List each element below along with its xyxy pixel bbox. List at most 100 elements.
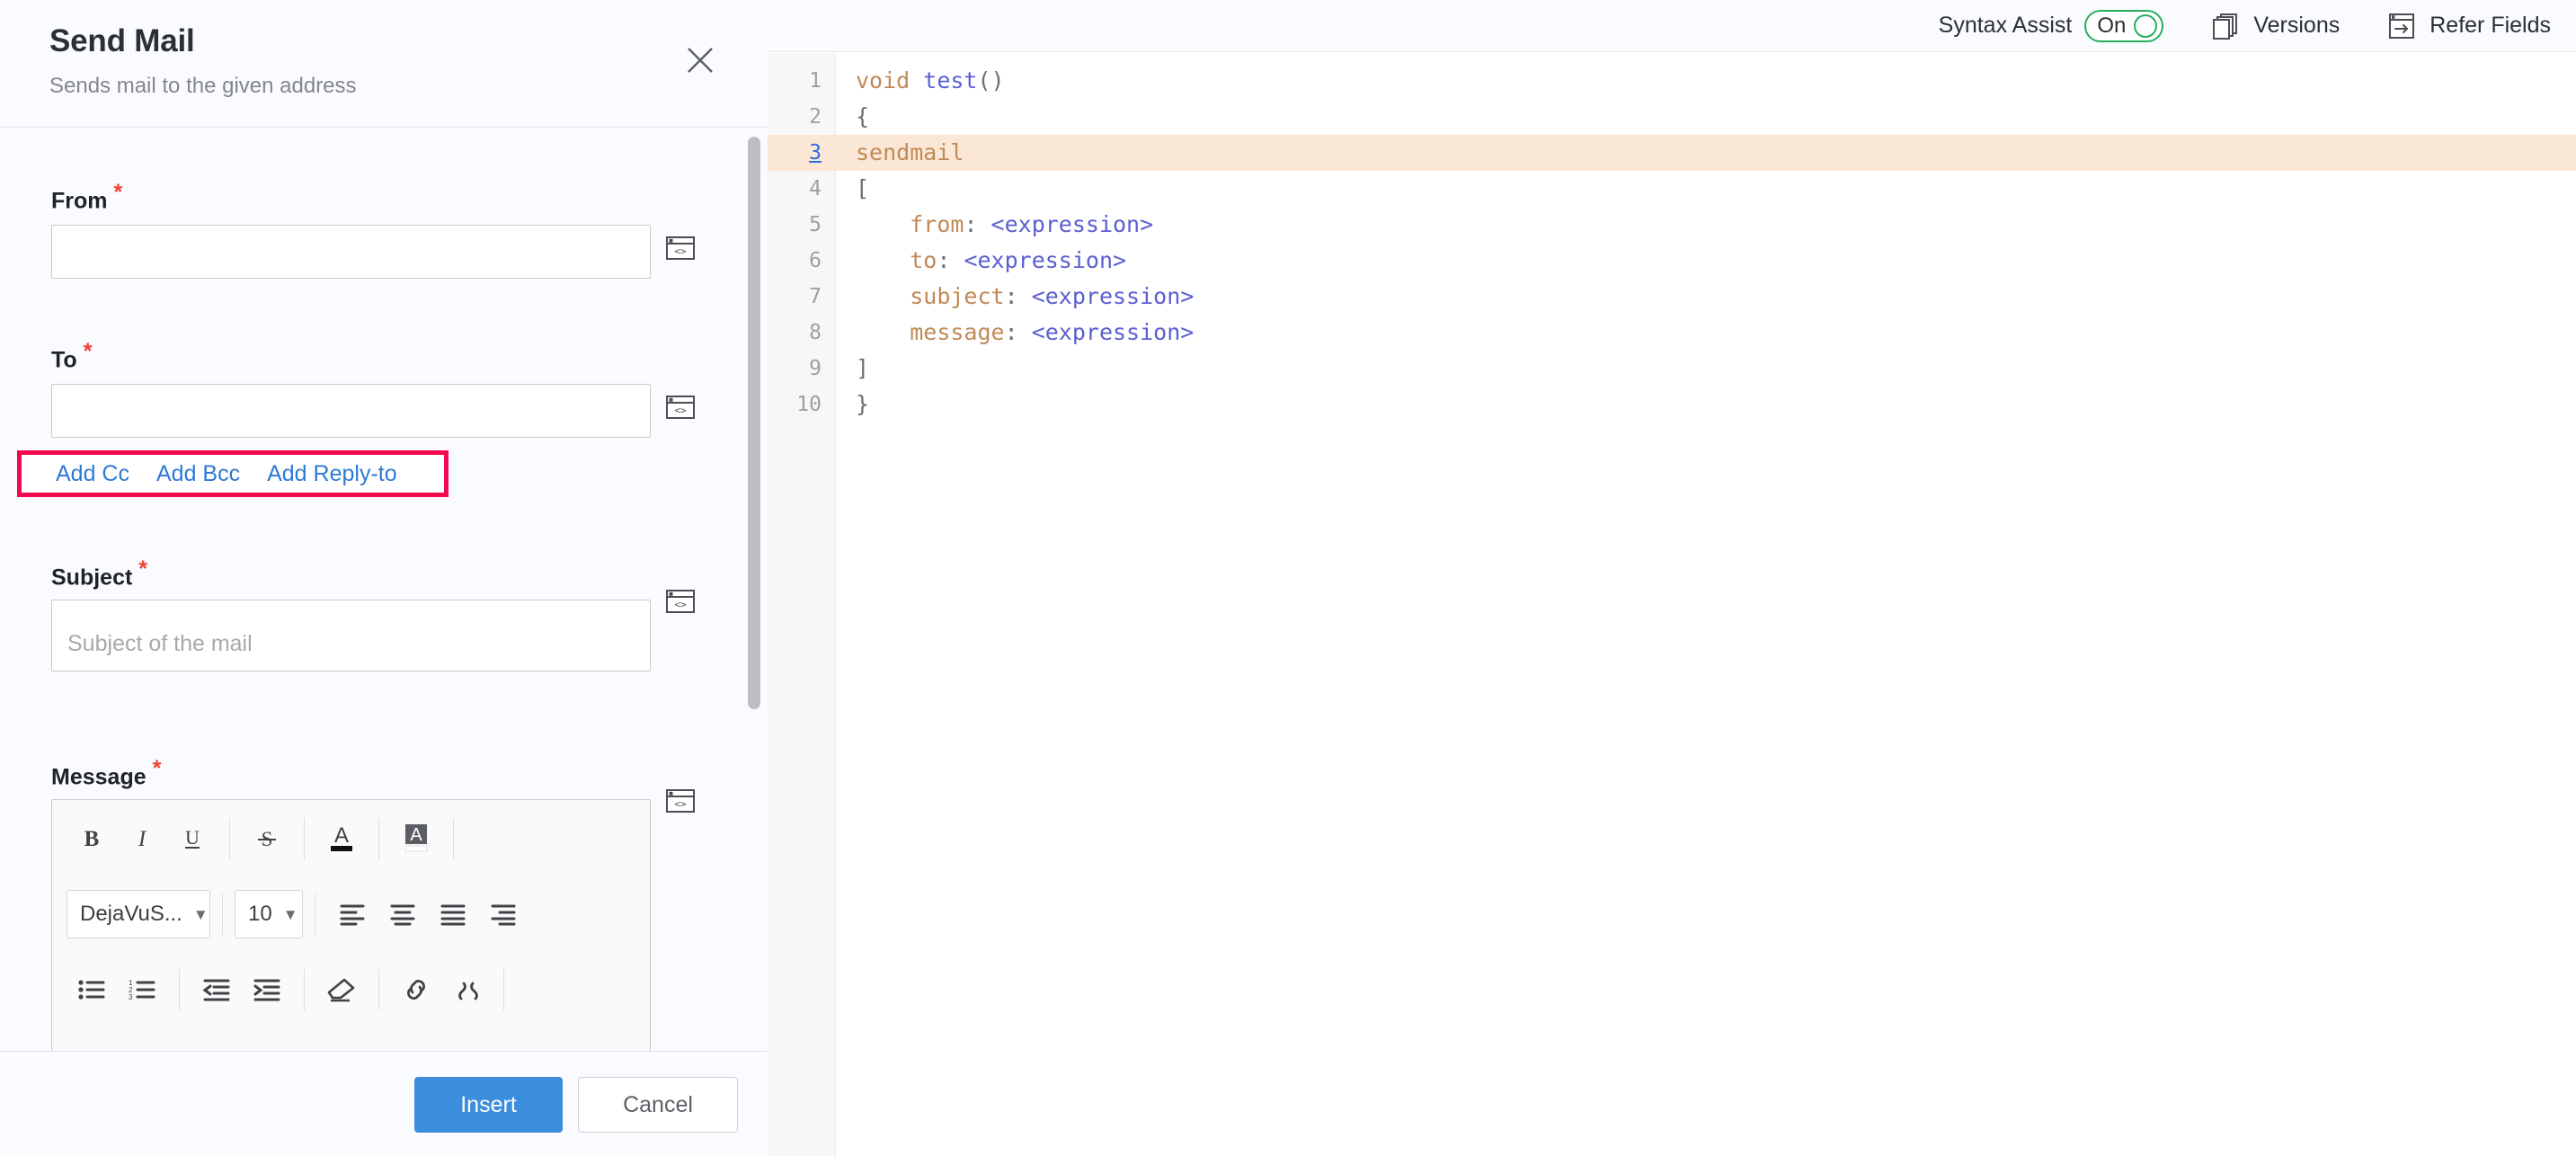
code-token: : — [1004, 283, 1032, 309]
font-color-button[interactable]: A — [316, 814, 367, 864]
syntax-assist-label: Syntax Assist — [1938, 13, 2073, 38]
syntax-assist-toggle-group[interactable]: Syntax Assist On — [1939, 0, 2164, 52]
align-right-button[interactable] — [478, 889, 529, 939]
remove-link-button[interactable] — [441, 965, 492, 1015]
required-asterisk-message: * — [152, 756, 162, 781]
panel-footer: Insert Cancel — [0, 1051, 768, 1156]
italic-button[interactable]: I — [117, 814, 167, 864]
divider — [179, 969, 180, 1010]
line-number[interactable]: 9 — [768, 351, 822, 387]
divider — [378, 818, 379, 859]
underline-button[interactable]: U — [167, 814, 218, 864]
recipient-links-group: Add Cc Add Bcc Add Reply-to — [17, 450, 449, 497]
from-input[interactable] — [51, 225, 651, 279]
required-asterisk-from: * — [113, 180, 123, 205]
expression-code-icon: <> — [666, 236, 695, 260]
rte-row-lists: 123 — [52, 951, 650, 1028]
code-line[interactable]: 9] — [768, 351, 2576, 387]
versions-button[interactable]: Versions — [2210, 0, 2340, 52]
line-number[interactable]: 5 — [768, 207, 822, 243]
code-token: ] — [856, 355, 870, 381]
cancel-button[interactable]: Cancel — [578, 1077, 738, 1133]
required-asterisk-to: * — [83, 339, 93, 364]
code-line[interactable]: 4[ — [768, 171, 2576, 207]
indent-button[interactable] — [242, 965, 292, 1015]
code-token: : — [964, 211, 991, 237]
page-subtitle: Sends mail to the given address — [49, 74, 357, 98]
code-token: <expression> — [964, 247, 1127, 273]
message-editor-canvas[interactable] — [52, 1028, 650, 1051]
expression-icon-message[interactable]: <> — [666, 789, 695, 813]
add-bcc-link[interactable]: Add Bcc — [156, 461, 240, 487]
outdent-button[interactable] — [191, 965, 242, 1015]
line-number[interactable]: 4 — [768, 171, 822, 207]
code-line[interactable]: 1 void test() — [768, 63, 2576, 99]
strikethrough-icon: S — [258, 828, 276, 850]
message-rich-text-editor[interactable]: B I U S A A DejaVuS... ▼ 10 ▼ 1 2 3 — [51, 799, 651, 1051]
line-number[interactable]: 6 — [768, 243, 822, 279]
line-number[interactable]: 1 — [768, 63, 822, 99]
code-token: <expression> — [1031, 283, 1195, 309]
form-scrollbar[interactable] — [748, 137, 760, 1045]
refer-fields-button[interactable]: Refer Fields — [2386, 0, 2551, 52]
code-line[interactable]: 3 sendmail — [768, 135, 2576, 171]
code-content[interactable]: 1 void test() 2{3 sendmail 4[5 from: <expres… — [768, 63, 2576, 422]
line-number[interactable]: 7 — [768, 279, 822, 315]
underline-icon: U — [185, 826, 200, 849]
syntax-assist-toggle[interactable]: On — [2084, 9, 2164, 42]
code-line-text: sendmail — [856, 135, 964, 171]
syntax-assist-state: On — [2097, 13, 2127, 38]
divider — [378, 969, 379, 1010]
code-line[interactable]: 5 from: <expression> — [768, 207, 2576, 243]
insert-button[interactable]: Insert — [414, 1077, 563, 1133]
add-reply-to-link[interactable]: Add Reply-to — [267, 461, 397, 487]
align-center-button[interactable] — [378, 889, 428, 939]
line-number[interactable]: 3 — [768, 135, 822, 171]
line-number[interactable]: 10 — [768, 387, 822, 422]
versions-stack-icon — [2210, 11, 2241, 41]
toggle-knob — [2134, 13, 2158, 38]
code-token: [ — [856, 175, 870, 201]
expression-icon-from[interactable]: <> — [666, 236, 695, 260]
send-mail-form-panel: Send Mail Sends mail to the given addres… — [0, 0, 768, 1156]
expression-icon-subject[interactable]: <> — [666, 590, 695, 613]
highlight-color-icon: A — [404, 824, 428, 852]
form-scrollbar-thumb[interactable] — [748, 137, 760, 709]
numbered-list-button[interactable]: 123 — [117, 965, 167, 1015]
code-line-text: [ — [856, 171, 869, 207]
expression-icon-to[interactable]: <> — [666, 396, 695, 419]
code-line-text: ] — [856, 351, 869, 387]
indent-icon — [253, 979, 280, 1001]
to-input[interactable] — [51, 384, 651, 438]
refer-fields-arrow-icon — [2386, 11, 2417, 41]
bullet-list-icon — [78, 980, 105, 1000]
code-line[interactable]: 8 message: <expression> — [768, 315, 2576, 351]
bold-button[interactable]: B — [67, 814, 117, 864]
code-line[interactable]: 7 subject: <expression> — [768, 279, 2576, 315]
editor-toolbar: Syntax Assist On Versions Refer Fields — [768, 0, 2576, 52]
code-token: sendmail — [856, 139, 964, 165]
line-number[interactable]: 8 — [768, 315, 822, 351]
line-number[interactable]: 2 — [768, 99, 822, 135]
code-editor[interactable]: 1 void test() 2{3 sendmail 4[5 from: <expres… — [768, 53, 2576, 1156]
strikethrough-button[interactable]: S — [242, 814, 292, 864]
font-family-select[interactable]: DejaVuS... ▼ — [67, 890, 210, 938]
align-left-button[interactable] — [327, 889, 378, 939]
insert-link-button[interactable] — [391, 965, 441, 1015]
subject-input[interactable]: Subject of the mail — [51, 600, 651, 671]
clear-format-button[interactable] — [316, 965, 367, 1015]
align-justify-button[interactable] — [428, 889, 478, 939]
divider — [222, 894, 223, 935]
code-line[interactable]: 2{ — [768, 99, 2576, 135]
code-line[interactable]: 10} — [768, 387, 2576, 422]
font-size-select[interactable]: 10 ▼ — [235, 890, 303, 938]
expression-code-icon: <> — [666, 590, 695, 613]
bullet-list-button[interactable] — [67, 965, 117, 1015]
close-button[interactable] — [680, 40, 721, 81]
add-cc-link[interactable]: Add Cc — [56, 461, 129, 487]
code-token: <expression> — [990, 211, 1154, 237]
code-line[interactable]: 6 to: <expression> — [768, 243, 2576, 279]
highlight-color-button[interactable]: A — [391, 814, 441, 864]
refer-fields-label: Refer Fields — [2429, 13, 2551, 38]
